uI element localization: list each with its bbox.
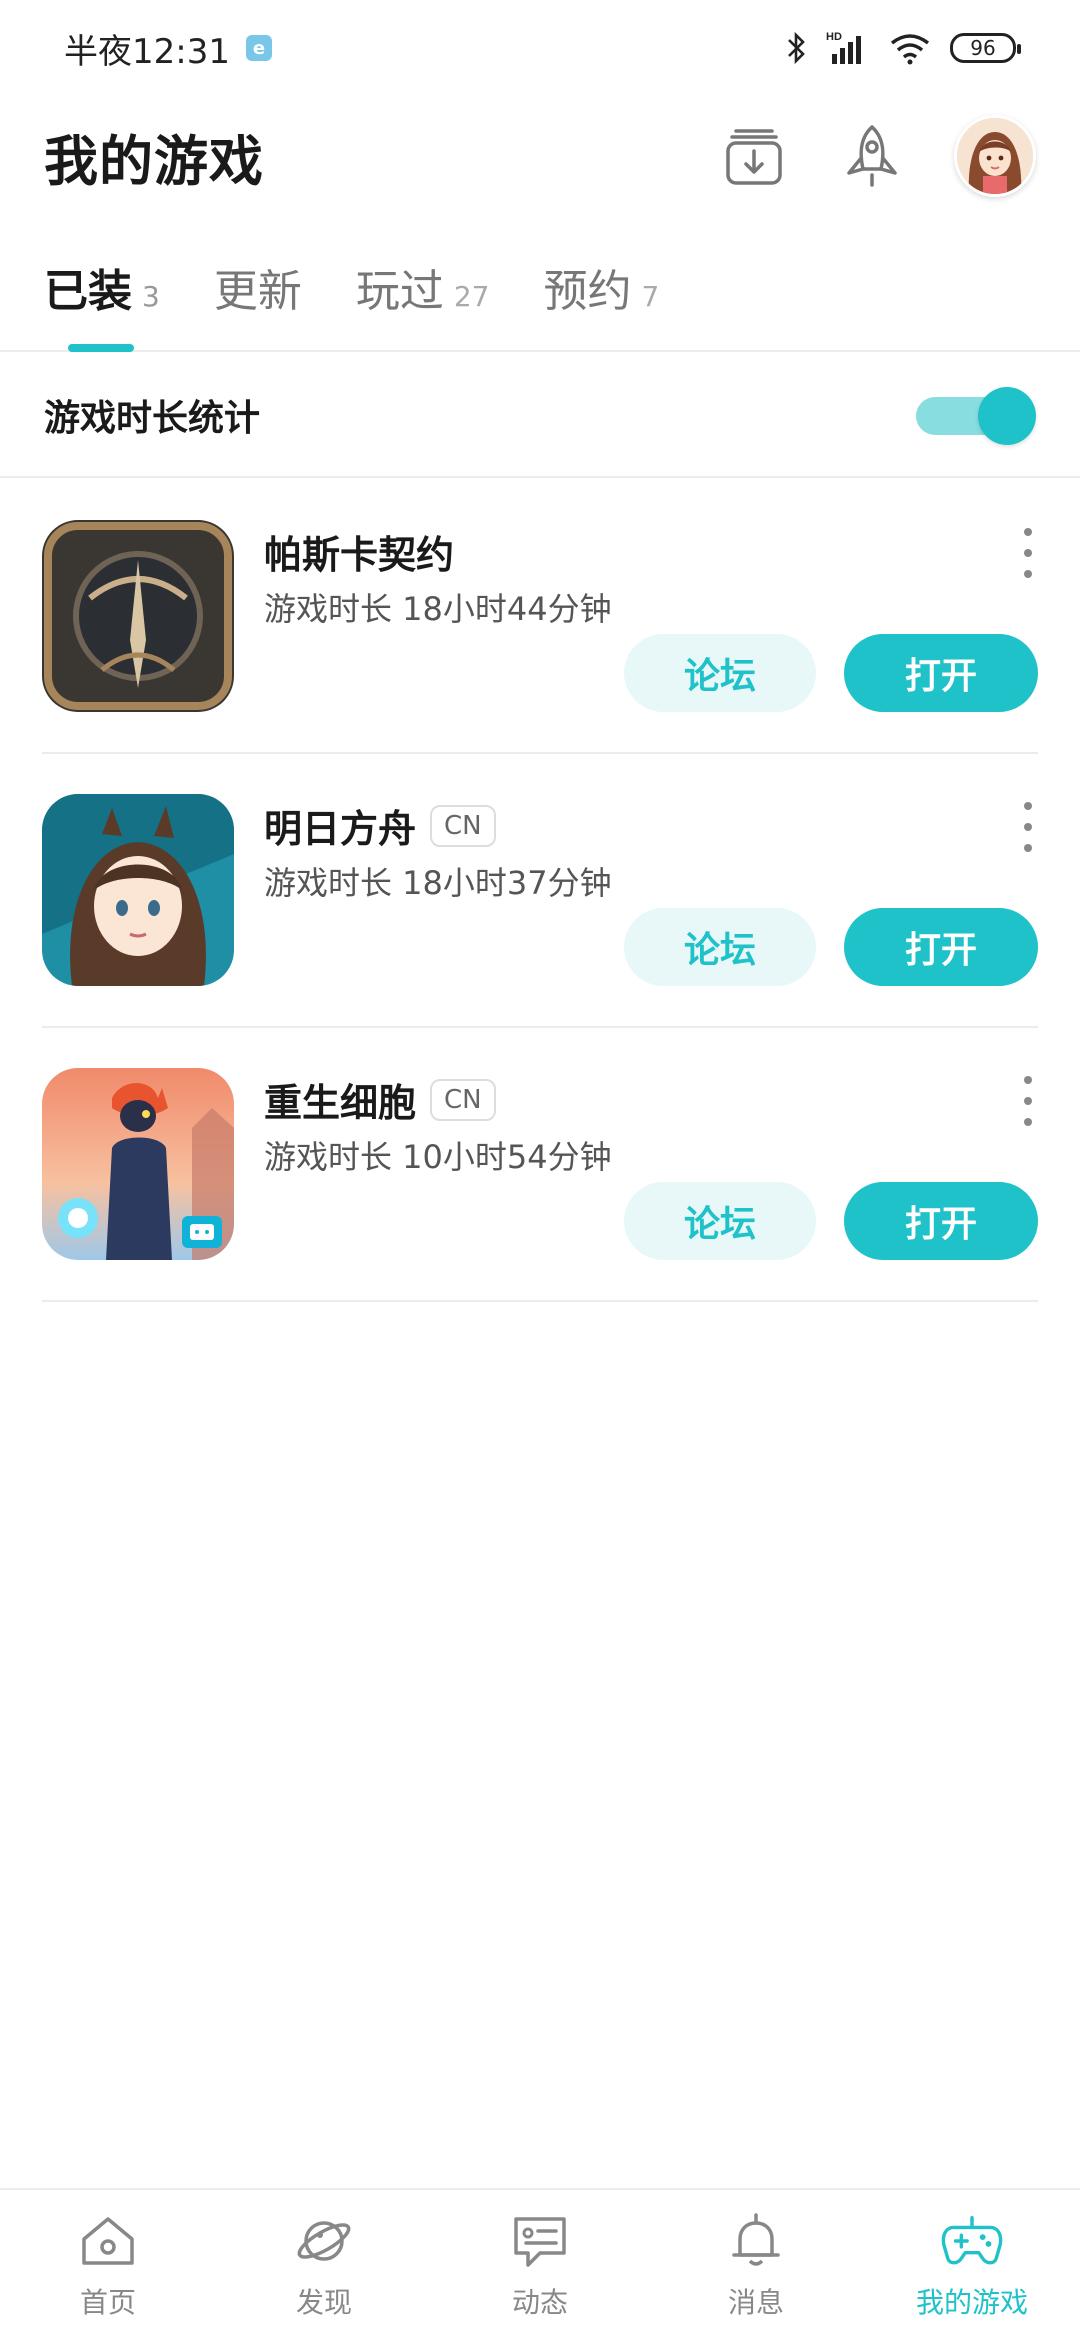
tab-played[interactable]: 玩过 27 (356, 244, 490, 352)
game-name-row: 帕斯卡契约 (264, 524, 454, 579)
region-badge: CN (430, 804, 496, 847)
game-item[interactable]: 明日方舟 CN 游戏时长 18小时37分钟 论坛 打开 (42, 754, 1038, 1028)
game-name: 重生细胞 (264, 1081, 417, 1125)
forum-button[interactable]: 论坛 (624, 634, 816, 712)
game-icon-arknights[interactable] (42, 794, 234, 986)
nav-item-messages[interactable]: 消息 (648, 2190, 864, 2340)
header: 我的游戏 (0, 96, 1080, 216)
status-right: HD 96 (786, 30, 1021, 66)
tab-label: 玩过 (355, 266, 444, 317)
rocket-icon (847, 125, 897, 187)
game-icon-dead-cells[interactable] (42, 1068, 234, 1260)
playtime-stats-row: 游戏时长统计 (0, 354, 1080, 478)
tab-label: 已装 (44, 266, 132, 317)
nav-label: 首页 (79, 2286, 136, 2319)
open-game-button[interactable]: 打开 (844, 634, 1038, 712)
nav-label: 我的游戏 (915, 2286, 1028, 2319)
download-box-icon (726, 129, 782, 185)
tab-count: 27 (453, 280, 490, 313)
game-name: 帕斯卡契约 (264, 533, 455, 577)
more-options-button[interactable] (1018, 802, 1038, 852)
nav-item-home[interactable]: 首页 (0, 2190, 216, 2340)
game-name-row: 明日方舟 CN (264, 798, 496, 853)
tab-label: 更新 (213, 266, 302, 317)
status-time: 半夜12:31 (64, 31, 230, 72)
installed-game-list: 帕斯卡契约 游戏时长 18小时44分钟 论坛 打开 明日方舟 CN 游戏时长 1… (0, 480, 1080, 1302)
gamepad-icon (940, 2209, 1004, 2273)
game-item[interactable]: 帕斯卡契约 游戏时长 18小时44分钟 论坛 打开 (42, 480, 1038, 754)
tab-updates[interactable]: 更新 (214, 244, 302, 352)
region-badge: CN (430, 1078, 496, 1121)
open-game-button[interactable]: 打开 (844, 908, 1038, 986)
speed-up-button[interactable] (836, 120, 908, 192)
tab-bar: 已装 3 更新 玩过 27 预约 7 (0, 244, 1080, 352)
bluetooth-icon (786, 31, 808, 65)
feed-icon (508, 2209, 572, 2273)
home-icon (76, 2209, 140, 2273)
more-options-button[interactable] (1018, 528, 1038, 578)
notification-app-icon: e (245, 35, 272, 61)
tab-count: 7 (641, 280, 660, 313)
user-avatar[interactable] (954, 115, 1036, 197)
page-title: 我的游戏 (44, 129, 264, 193)
signal-icon: HD (826, 30, 870, 66)
open-game-button[interactable]: 打开 (844, 1182, 1038, 1260)
tab-label: 预约 (543, 266, 632, 317)
page: 半夜12:31 e HD 96 我的游戏 已装 3 更新 玩过 27 预约 7 … (0, 0, 1080, 2340)
more-options-button[interactable] (1018, 1076, 1038, 1126)
game-play-time: 游戏时长 10小时54分钟 (264, 1138, 612, 1176)
game-icon-pascal-contract[interactable] (42, 520, 234, 712)
network-type: HD (826, 31, 842, 43)
playtime-stats-label: 游戏时长统计 (44, 398, 261, 439)
nav-item-feed[interactable]: 动态 (432, 2190, 648, 2340)
playtime-stats-toggle[interactable] (916, 387, 1036, 445)
wifi-icon (888, 31, 932, 65)
game-item[interactable]: 重生细胞 CN 游戏时长 10小时54分钟 论坛 打开 (42, 1028, 1038, 1302)
game-name-row: 重生细胞 CN (264, 1072, 496, 1127)
tab-reserved[interactable]: 预约 7 (543, 244, 659, 352)
nav-label: 动态 (511, 2286, 568, 2319)
header-actions (718, 115, 1036, 197)
forum-button[interactable]: 论坛 (624, 908, 816, 986)
game-play-time: 游戏时长 18小时37分钟 (264, 864, 612, 902)
bell-icon (724, 2209, 788, 2273)
status-bar: 半夜12:31 e HD 96 (0, 0, 1080, 96)
avatar-image (957, 118, 1033, 194)
game-name: 明日方舟 (264, 807, 417, 851)
nav-label: 消息 (727, 2286, 784, 2319)
forum-button[interactable]: 论坛 (624, 1182, 816, 1260)
active-tab-indicator (68, 344, 134, 352)
nav-item-my-games[interactable]: 我的游戏 (864, 2190, 1080, 2340)
planet-icon (292, 2209, 356, 2273)
nav-item-discover[interactable]: 发现 (216, 2190, 432, 2340)
status-left: 半夜12:31 e (64, 24, 272, 73)
nav-label: 发现 (295, 2286, 352, 2319)
battery-indicator: 96 (950, 33, 1021, 63)
game-play-time: 游戏时长 18小时44分钟 (264, 590, 612, 628)
bottom-nav: 首页 发现 动态 消息 我的游戏 (0, 2188, 1080, 2340)
toggle-knob (978, 387, 1036, 445)
tab-count: 3 (142, 280, 160, 313)
tab-installed[interactable]: 已装 3 (44, 244, 160, 352)
download-manager-button[interactable] (718, 120, 790, 192)
